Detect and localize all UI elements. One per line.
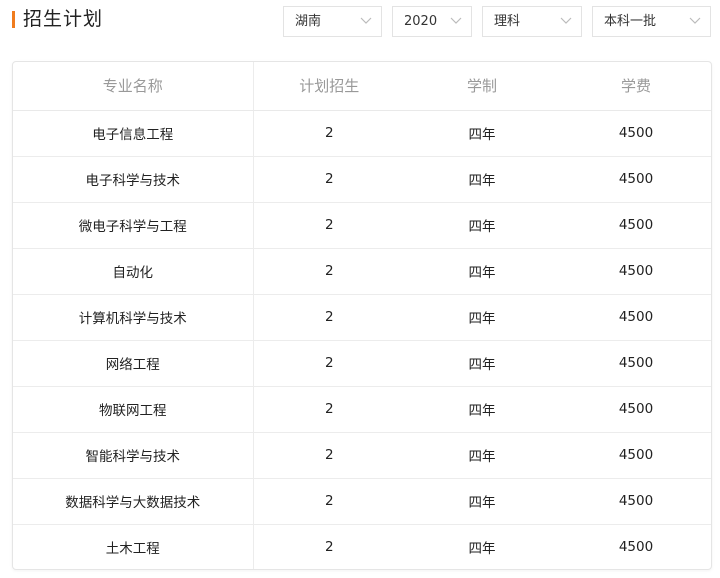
- cell-major: 土木工程: [13, 524, 254, 569]
- cell-major: 数据科学与大数据技术: [13, 478, 254, 525]
- table-row: 网络工程 2 四年 4500: [13, 340, 711, 387]
- cell-duration: 四年: [405, 110, 559, 157]
- batch-select[interactable]: 本科一批: [592, 6, 711, 37]
- year-select[interactable]: 2020: [392, 6, 472, 37]
- category-select-value: 理科: [494, 14, 521, 29]
- cell-plan: 2: [253, 432, 405, 479]
- table-header-row: 专业名称 计划招生 学制 学费: [13, 62, 711, 111]
- table-row: 物联网工程 2 四年 4500: [13, 386, 711, 433]
- cell-tuition: 4500: [559, 432, 711, 479]
- province-select[interactable]: 湖南: [283, 6, 382, 37]
- cell-major: 计算机科学与技术: [13, 294, 254, 341]
- cell-plan: 2: [253, 248, 405, 295]
- cell-tuition: 4500: [618, 539, 654, 556]
- cell-duration: 四年: [405, 478, 559, 525]
- page-title: 招生计划: [23, 8, 104, 30]
- category-select[interactable]: 理科: [482, 6, 582, 37]
- cell-tuition: 4500: [559, 340, 711, 387]
- cell-major: 电子科学与技术: [13, 156, 254, 203]
- table-row: 电子科学与技术 2 四年 4500: [13, 156, 711, 203]
- table-row: 电子信息工程 2 四年 4500: [13, 110, 711, 157]
- cell-tuition: 4500: [559, 478, 711, 525]
- cell-major: 自动化: [13, 248, 254, 295]
- chevron-down-icon: [560, 17, 572, 24]
- cell-major: 网络工程: [13, 340, 254, 387]
- cell-plan: 2: [253, 294, 405, 341]
- cell-major: 电子信息工程: [13, 110, 254, 157]
- cell-duration: 四年: [405, 156, 559, 203]
- column-header-major: 专业名称: [13, 62, 254, 111]
- province-select-value: 湖南: [295, 14, 322, 29]
- cell-duration: 四年: [405, 386, 559, 433]
- cell-tuition: 4500: [559, 294, 711, 341]
- chevron-down-icon: [689, 17, 701, 24]
- cell-tuition: 4500: [559, 248, 711, 295]
- cell-major: 微电子科学与工程: [13, 202, 254, 249]
- cell-plan: 2: [324, 539, 334, 556]
- cell-duration: 四年: [468, 541, 496, 558]
- section-header: 招生计划 湖南 2020 理科 本科一批: [0, 0, 720, 44]
- cell-plan: 2: [253, 110, 405, 157]
- cell-tuition: 4500: [559, 110, 711, 157]
- enrollment-plan-table: 专业名称 计划招生 学制 学费 电子信息工程 2 四年 4500 电子科学与技术…: [12, 61, 712, 570]
- cell-tuition: 4500: [559, 386, 711, 433]
- cell-tuition: 4500: [559, 156, 711, 203]
- cell-tuition: 4500: [559, 202, 711, 249]
- cell-duration: 四年: [405, 202, 559, 249]
- table-row: 计算机科学与技术 2 四年 4500: [13, 294, 711, 341]
- batch-select-value: 本科一批: [604, 14, 657, 29]
- table-row: 土木工程 2 四年 4500: [13, 524, 711, 569]
- cell-plan: 2: [253, 478, 405, 525]
- cell-plan: 2: [253, 202, 405, 249]
- cell-plan: 2: [253, 156, 405, 203]
- cell-plan: 2: [253, 386, 405, 433]
- cell-duration: 四年: [405, 294, 559, 341]
- cell-plan: 2: [253, 340, 405, 387]
- cell-major: 智能科学与技术: [13, 432, 254, 479]
- column-header-tuition: 学费: [559, 62, 711, 111]
- column-header-plan: 计划招生: [253, 62, 405, 111]
- cell-major: 物联网工程: [13, 386, 254, 433]
- table-row: 自动化 2 四年 4500: [13, 248, 711, 295]
- cell-duration: 四年: [405, 340, 559, 387]
- cell-duration: 四年: [405, 432, 559, 479]
- chevron-down-icon: [360, 17, 372, 24]
- table-row: 微电子科学与工程 2 四年 4500: [13, 202, 711, 249]
- table-row: 智能科学与技术 2 四年 4500: [13, 432, 711, 479]
- column-header-duration: 学制: [405, 62, 559, 111]
- chevron-down-icon: [450, 17, 462, 24]
- table-row: 数据科学与大数据技术 2 四年 4500: [13, 478, 711, 525]
- cell-duration: 四年: [405, 248, 559, 295]
- title-accent-bar: [12, 11, 15, 28]
- year-select-value: 2020: [404, 14, 438, 29]
